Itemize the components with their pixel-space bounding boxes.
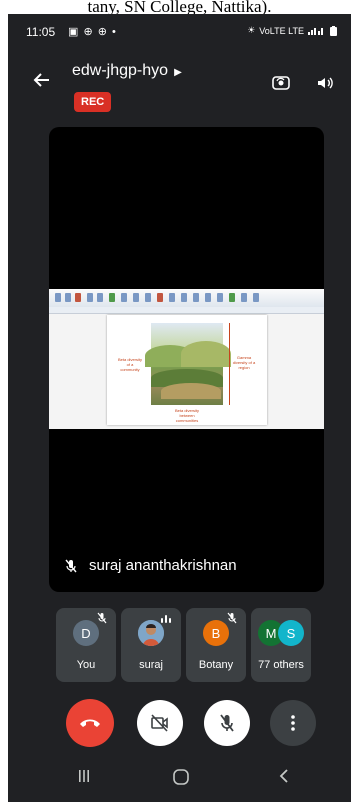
audio-bars-icon (161, 615, 171, 623)
more-options-button[interactable] (270, 700, 316, 746)
network-label: VoLTE LTE (259, 25, 304, 36)
chevron-right-icon: ▶ (174, 67, 182, 78)
back-arrow-icon[interactable] (32, 70, 52, 90)
status-bar: 11:05 ▣ ⊕ ⊕ • ☀ VoLTE LTE (8, 14, 351, 50)
speaker-icon[interactable] (314, 72, 336, 94)
flip-camera-icon[interactable] (270, 72, 292, 94)
more-vert-icon (291, 715, 295, 731)
mic-off-icon (65, 559, 77, 572)
end-call-icon (80, 719, 100, 727)
document-page: Beta diversity of a community Gamma dive… (107, 315, 267, 425)
participant-strip: D You suraj B Botany M S 77 others (56, 608, 318, 682)
camera-toggle-button[interactable] (137, 700, 183, 746)
speaker-name: suraj ananthakrishnan (89, 557, 237, 574)
right-diagram-label: Gamma diversity of a region (232, 355, 256, 370)
bottom-diagram-label: Beta diversity between communities (174, 408, 199, 423)
caption-text: tany, SN College, Nattika). (0, 0, 359, 14)
recents-icon[interactable] (76, 768, 92, 789)
landscape-image (145, 323, 231, 405)
dot-icon: • (112, 26, 117, 38)
meeting-code: edw-jhgp-hyo (72, 62, 169, 79)
speaker-label: suraj ananthakrishnan (63, 557, 237, 574)
call-controls (8, 699, 351, 747)
phone-screen: 11:05 ▣ ⊕ ⊕ • ☀ VoLTE LTE edw-jhgp-hyo ▶ … (8, 14, 351, 802)
office-ribbon (49, 289, 324, 308)
gallery-icon: ▣ (68, 26, 80, 38)
notification-icons: ▣ ⊕ ⊕ • (68, 25, 117, 38)
game-icon: ⊕ (83, 26, 94, 38)
avatar: D (73, 620, 99, 646)
gamma-arrow (229, 323, 230, 405)
left-diagram-label: Beta diversity of a community (117, 357, 142, 372)
battery-icon (330, 25, 337, 36)
participant-label: suraj (139, 659, 163, 671)
home-icon[interactable] (172, 768, 190, 791)
participant-tile-suraj[interactable]: suraj (121, 608, 181, 682)
alarm-icon: ☀ (247, 25, 256, 35)
avatar: B (203, 620, 229, 646)
participant-label: Botany (198, 659, 234, 671)
nav-back-icon[interactable] (276, 768, 292, 789)
system-nav-bar (8, 762, 351, 802)
avatar: S (278, 620, 304, 646)
participant-tile-botany[interactable]: B Botany (186, 608, 246, 682)
participant-tile-others[interactable]: M S 77 others (251, 608, 311, 682)
ruler (49, 307, 324, 314)
participant-label: You (76, 659, 96, 671)
signal-icon (308, 28, 323, 35)
game-icon-2: ⊕ (97, 26, 108, 38)
camera-off-icon (151, 714, 168, 732)
recording-badge: REC (74, 92, 112, 112)
avatar (138, 620, 164, 646)
end-call-button[interactable] (66, 699, 114, 747)
mic-off-icon (97, 612, 107, 624)
mic-off-icon (227, 612, 237, 624)
status-right: ☀ VoLTE LTE (247, 25, 337, 36)
screen-share: Beta diversity of a community Gamma dive… (49, 289, 324, 429)
mic-toggle-button[interactable] (204, 700, 250, 746)
participant-tile-you[interactable]: D You (56, 608, 116, 682)
main-video-tile[interactable]: Beta diversity of a community Gamma dive… (49, 127, 324, 592)
mic-off-icon (220, 714, 234, 732)
status-time: 11:05 (26, 25, 56, 39)
participant-label: 77 others (258, 659, 304, 671)
meeting-title[interactable]: edw-jhgp-hyo ▶ (72, 62, 182, 80)
